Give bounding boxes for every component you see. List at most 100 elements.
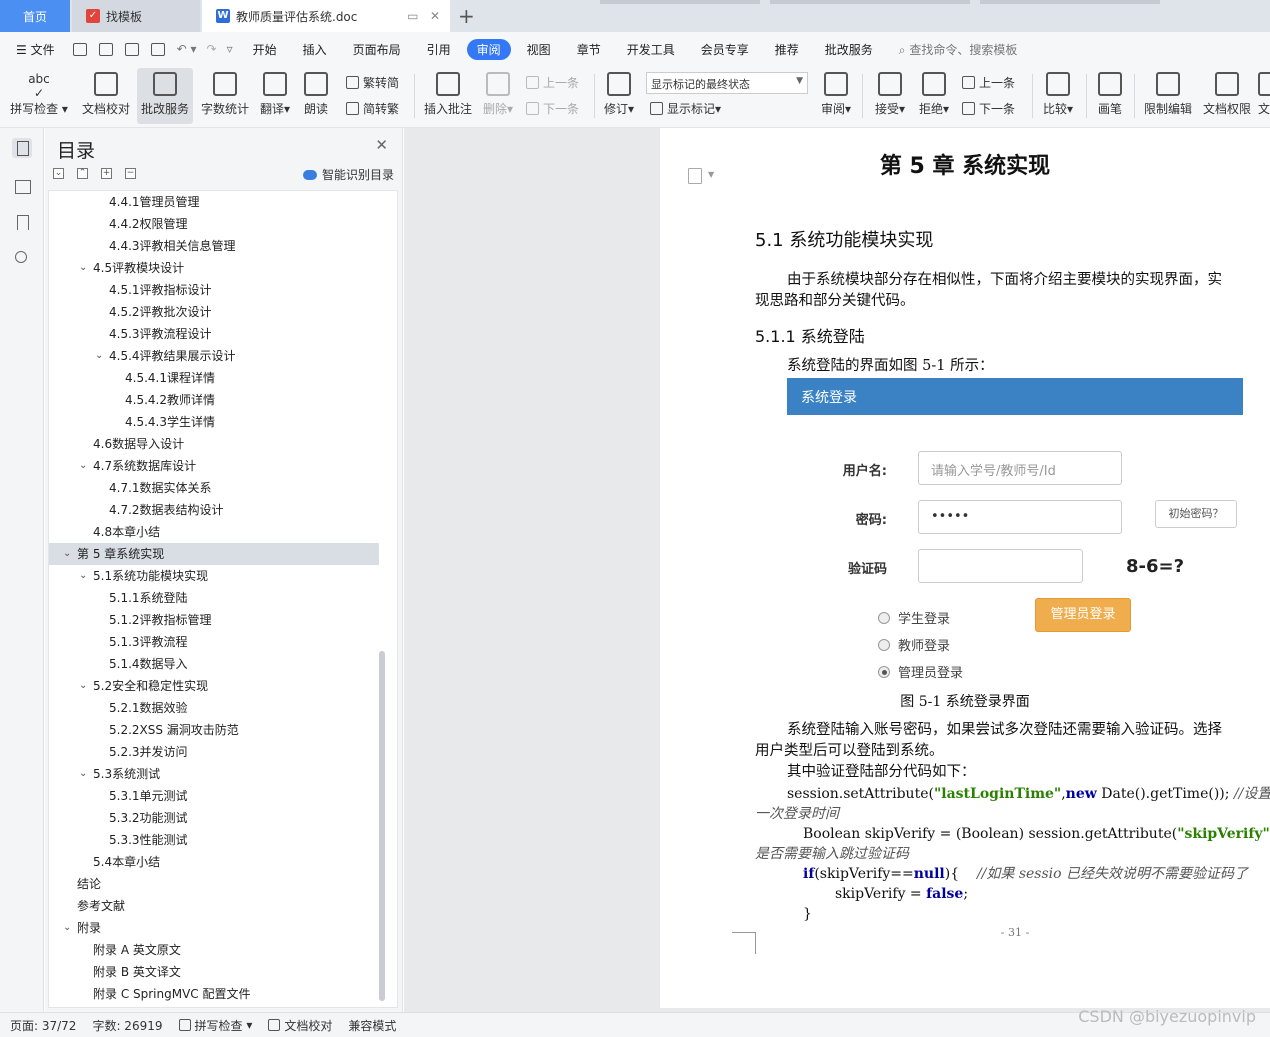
toc-item[interactable]: 4.5.4.1课程详情 [49, 367, 379, 389]
toc-item[interactable]: 5.2.2XSS 漏洞攻击防范 [49, 719, 379, 741]
review-pane-button[interactable]: 审阅▾ [816, 68, 856, 124]
menu-references[interactable]: 引用 [427, 41, 451, 58]
document-page[interactable]: ▼ 第 5 章 系统实现 5.1 系统功能模块实现 由于系统模块部分存在相似性，… [660, 128, 1270, 1008]
expand-all-icon[interactable]: ⌃ [77, 168, 88, 179]
chevron-down-icon[interactable]: ⌄ [79, 565, 87, 587]
undo-icon[interactable]: ↶ ▾ [177, 42, 197, 56]
prev-change-button[interactable]: 上一条 [962, 74, 1015, 91]
menu-view[interactable]: 视图 [527, 41, 551, 58]
redo-icon[interactable]: ↷ [207, 42, 217, 56]
doc-proof-button[interactable]: 文档校对 [78, 68, 134, 124]
menu-correction-service[interactable]: 批改服务 [825, 41, 873, 58]
tab-document[interactable]: W 教师质量评估系统.doc ▭ ✕ [202, 0, 450, 32]
menu-recommend[interactable]: 推荐 [775, 41, 799, 58]
correction-service-button[interactable]: 批改服务 [137, 68, 193, 124]
toc-item[interactable]: 4.5.4.2教师详情 [49, 389, 379, 411]
toc-panel-icon[interactable] [12, 138, 32, 158]
toc-item[interactable]: 附录 C SpringMVC 配置文件 [49, 983, 379, 1005]
accept-button[interactable]: 接受▾ [870, 68, 910, 124]
toc-item[interactable]: 5.1.3评教流程 [49, 631, 379, 653]
spell-check-button[interactable]: abc ✓ 拼写检查 ▾ [8, 68, 70, 124]
toc-item[interactable]: 4.7.1数据实体关系 [49, 477, 379, 499]
track-changes-button[interactable]: 修订▾ [600, 68, 638, 124]
menu-section[interactable]: 章节 [577, 41, 601, 58]
toc-item[interactable]: ⌄ 5.1系统功能模块实现 [49, 565, 379, 587]
print-preview-icon[interactable] [150, 42, 165, 56]
toc-item[interactable]: ⌄ 第 5 章系统实现 [49, 543, 379, 565]
trad-to-simp-button[interactable]: 繁转简 [346, 74, 399, 91]
tab-window-icon[interactable]: ▭ [407, 9, 418, 23]
toc-item[interactable]: 4.6数据导入设计 [49, 433, 379, 455]
remove-level-icon[interactable]: − [125, 168, 136, 179]
tab-find-template[interactable]: ✓ 找模板 [72, 0, 200, 32]
restrict-edit-button[interactable]: 限制编辑 [1140, 68, 1196, 124]
toc-item[interactable]: 5.1.4数据导入 [49, 653, 379, 675]
customize-dropdown-icon[interactable]: ▿ [227, 42, 233, 56]
toc-item[interactable]: 4.4.1管理员管理 [49, 191, 379, 213]
toc-item[interactable]: 4.5.2评教批次设计 [49, 301, 379, 323]
pen-button[interactable]: 画笔 [1092, 68, 1128, 124]
close-tab-icon[interactable]: ✕ [430, 9, 440, 23]
doc-proof-status[interactable]: 文档校对 [268, 1017, 332, 1034]
toc-item[interactable]: 附录 A 英文原文 [49, 939, 379, 961]
chevron-down-icon[interactable]: ⌄ [63, 543, 71, 565]
doc-certify-button[interactable]: 文 [1258, 68, 1270, 124]
menu-developer[interactable]: 开发工具 [627, 41, 675, 58]
word-count-button[interactable]: 字数统计 [197, 68, 253, 124]
new-tab-icon[interactable]: + [458, 4, 475, 28]
toc-item[interactable]: ⌄ 5.2安全和稳定性实现 [49, 675, 379, 697]
toc-item[interactable]: 参考文献 [49, 895, 379, 917]
markup-status-dropdown[interactable]: 显示标记的最终状态 ▼ [646, 72, 808, 94]
compare-button[interactable]: 比较▾ [1038, 68, 1078, 124]
command-search[interactable]: ⌕ 查找命令、搜索模板 [899, 41, 1018, 58]
menu-insert[interactable]: 插入 [303, 41, 327, 58]
delete-comment-button[interactable]: 删除▾ [478, 68, 518, 124]
navigation-panel-icon[interactable] [12, 176, 32, 196]
page-indicator[interactable]: 页面: 37/72 [10, 1017, 76, 1034]
toc-item[interactable]: 4.7.2数据表结构设计 [49, 499, 379, 521]
menu-review[interactable]: 审阅 [466, 38, 511, 60]
bookmark-icon[interactable] [12, 212, 32, 232]
toc-item[interactable]: 5.3.2功能测试 [49, 807, 379, 829]
show-marks-button[interactable]: 显示标记 ▾ [650, 100, 721, 117]
menu-member[interactable]: 会员专享 [701, 41, 749, 58]
chevron-down-icon[interactable]: ⌄ [79, 763, 87, 785]
toc-item[interactable]: ⌄ 4.5评教模块设计 [49, 257, 379, 279]
toc-item[interactable]: 4.8本章小结 [49, 521, 379, 543]
menu-page-layout[interactable]: 页面布局 [353, 41, 401, 58]
save-icon[interactable] [72, 42, 87, 56]
toc-item[interactable]: 5.2.1数据效验 [49, 697, 379, 719]
add-level-icon[interactable]: + [101, 168, 112, 179]
toc-item[interactable]: ⌄ 附录 [49, 917, 379, 939]
toc-item[interactable]: 4.5.1评教指标设计 [49, 279, 379, 301]
toc-item[interactable]: 结论 [49, 873, 379, 895]
toc-item[interactable]: 4.4.3评教相关信息管理 [49, 235, 379, 257]
toc-item[interactable]: 5.1.1系统登陆 [49, 587, 379, 609]
toc-item[interactable]: ⌄ 4.7系统数据库设计 [49, 455, 379, 477]
chevron-down-icon[interactable]: ⌄ [63, 917, 71, 939]
toc-item[interactable]: 5.3.3性能测试 [49, 829, 379, 851]
toc-item[interactable]: 5.3.1单元测试 [49, 785, 379, 807]
scrollbar[interactable] [379, 651, 385, 1001]
toc-item[interactable]: 4.5.3评教流程设计 [49, 323, 379, 345]
print-icon[interactable] [124, 42, 139, 56]
file-menu[interactable]: ☰ 文件 [16, 41, 55, 58]
toc-item[interactable]: 5.2.3并发访问 [49, 741, 379, 763]
smart-toc-button[interactable]: 智能识别目录 [302, 166, 394, 183]
search-icon[interactable] [12, 248, 32, 268]
simp-to-trad-button[interactable]: 简转繁 [346, 100, 399, 117]
menu-home[interactable]: 开始 [253, 41, 277, 58]
read-aloud-button[interactable]: 朗读 [298, 68, 334, 124]
toc-item[interactable]: 附录 B 英文译文 [49, 961, 379, 983]
toc-item[interactable]: 5.4本章小结 [49, 851, 379, 873]
word-count-indicator[interactable]: 字数: 26919 [92, 1017, 162, 1034]
reject-button[interactable]: 拒绝▾ [914, 68, 954, 124]
toc-item[interactable]: ⌄ 5.3系统测试 [49, 763, 379, 785]
translate-button[interactable]: 翻译▾ [255, 68, 295, 124]
toc-item[interactable]: 4.5.4.3学生详情 [49, 411, 379, 433]
insert-comment-button[interactable]: 插入批注 [422, 68, 474, 124]
chevron-down-icon[interactable]: ⌄ [79, 257, 87, 279]
toc-item[interactable]: 4.4.2权限管理 [49, 213, 379, 235]
doc-permission-button[interactable]: 文档权限 [1200, 68, 1254, 124]
close-icon[interactable]: ✕ [375, 136, 388, 154]
